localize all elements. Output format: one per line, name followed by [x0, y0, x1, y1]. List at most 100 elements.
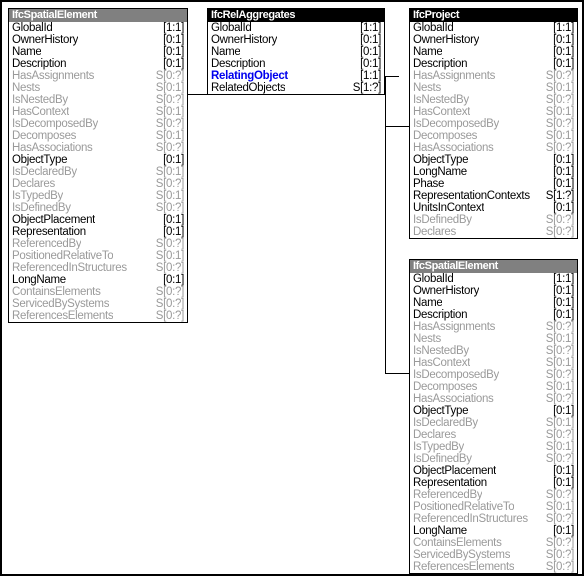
- attribute-cardinality: [1:1]: [553, 22, 574, 34]
- attribute-row[interactable]: ObjectType [0:1]: [9, 154, 187, 166]
- attribute-row[interactable]: Representation [0:1]: [9, 226, 187, 238]
- attribute-name: IsTypedBy: [12, 190, 63, 202]
- attribute-row[interactable]: ObjectPlacement [0:1]: [410, 465, 577, 477]
- attribute-cardinality: [1:1]: [360, 70, 381, 82]
- attribute-row[interactable]: Declares S[0:?]: [410, 226, 577, 238]
- attribute-name: Declares: [413, 226, 456, 238]
- attribute-cardinality: S[0:?]: [155, 238, 185, 250]
- attribute-row[interactable]: ReferencedInStructures S[0:?]: [9, 262, 187, 274]
- attribute-cardinality: [0:1]: [163, 46, 184, 58]
- entity-ifc-spatial-element-left[interactable]: IfcSpatialElement GlobalId [1:1] OwnerHis…: [8, 8, 188, 323]
- attribute-name: HasAssociations: [413, 393, 494, 405]
- attribute-row[interactable]: HasContext S[0:1]: [410, 357, 577, 369]
- attribute-row[interactable]: HasContext S[0:1]: [410, 106, 577, 118]
- attribute-row[interactable]: ReferencesElements S[0:?]: [410, 561, 577, 573]
- attribute-row[interactable]: Description [0:1]: [410, 309, 577, 321]
- attribute-row[interactable]: OwnerHistory [0:1]: [9, 34, 187, 46]
- attribute-row[interactable]: OwnerHistory [0:1]: [410, 34, 577, 46]
- attribute-row[interactable]: Nests S[0:1]: [410, 82, 577, 94]
- attribute-row[interactable]: ContainsElements S[0:?]: [9, 286, 187, 298]
- attribute-row[interactable]: GlobalId [1:1]: [9, 22, 187, 34]
- attribute-row[interactable]: ObjectType [0:1]: [410, 154, 577, 166]
- attribute-row[interactable]: Description [0:1]: [208, 58, 384, 70]
- attribute-cardinality: [0:1]: [553, 154, 574, 166]
- attribute-row[interactable]: ServicedBySystems S[0:?]: [410, 549, 577, 561]
- attribute-row[interactable]: UnitsInContext [0:1]: [410, 202, 577, 214]
- attribute-row[interactable]: Description [0:1]: [9, 58, 187, 70]
- attribute-row[interactable]: OwnerHistory [0:1]: [208, 34, 384, 46]
- attribute-row[interactable]: ContainsElements S[0:?]: [410, 537, 577, 549]
- attribute-row[interactable]: ServicedBySystems S[0:?]: [9, 298, 187, 310]
- attribute-row[interactable]: GlobalId [1:1]: [208, 22, 384, 34]
- attribute-row[interactable]: ObjectPlacement [0:1]: [9, 214, 187, 226]
- attribute-name: HasContext: [12, 106, 70, 118]
- attribute-row[interactable]: HasAssociations S[0:?]: [410, 142, 577, 154]
- attribute-row[interactable]: IsNestedBy S[0:?]: [9, 94, 187, 106]
- attribute-row[interactable]: Name [0:1]: [410, 46, 577, 58]
- attribute-row-is-decomposed-by[interactable]: IsDecomposedBy S[0:?]: [410, 118, 577, 130]
- attribute-name: IsNestedBy: [413, 345, 469, 357]
- attribute-row[interactable]: Representation [0:1]: [410, 477, 577, 489]
- attribute-row[interactable]: Description [0:1]: [410, 58, 577, 70]
- attribute-row[interactable]: Name [0:1]: [410, 297, 577, 309]
- entity-ifc-rel-aggregates[interactable]: IfcRelAggregates GlobalId [1:1] OwnerHist…: [207, 8, 385, 95]
- attribute-name: RelatedObjects: [211, 82, 286, 94]
- attribute-cardinality: S[0:?]: [155, 262, 185, 274]
- attribute-row[interactable]: IsDefinedBy S[0:?]: [410, 214, 577, 226]
- attribute-cardinality: S[0:?]: [545, 94, 575, 106]
- connector-relating-object-trunk: [385, 76, 386, 374]
- attribute-row-related-objects[interactable]: RelatedObjects S[1:?]: [208, 82, 384, 94]
- attribute-row[interactable]: Declares S[0:?]: [410, 429, 577, 441]
- attribute-row[interactable]: LongName [0:1]: [410, 525, 577, 537]
- attribute-row-decomposes[interactable]: Decomposes S[0:1]: [9, 130, 187, 142]
- attribute-cardinality: S[0:1]: [545, 441, 575, 453]
- attribute-row[interactable]: GlobalId [1:1]: [410, 273, 577, 285]
- attribute-row[interactable]: PositionedRelativeTo S[0:1]: [410, 501, 577, 513]
- attribute-row[interactable]: RepresentationContexts S[1:?]: [410, 190, 577, 202]
- attribute-cardinality: S[0:?]: [545, 561, 575, 573]
- attribute-row[interactable]: HasAssociations S[0:?]: [410, 393, 577, 405]
- attribute-row[interactable]: HasAssignments S[0:?]: [410, 321, 577, 333]
- attribute-row[interactable]: ReferencedBy S[0:?]: [410, 489, 577, 501]
- attribute-row[interactable]: IsDefinedBy S[0:?]: [410, 453, 577, 465]
- attribute-row[interactable]: IsDecomposedBy S[0:?]: [9, 118, 187, 130]
- entity-ifc-spatial-element-right[interactable]: IfcSpatialElement GlobalId [1:1] OwnerHis…: [409, 259, 578, 574]
- attribute-row[interactable]: IsNestedBy S[0:?]: [410, 345, 577, 357]
- attribute-row[interactable]: ObjectType [0:1]: [410, 405, 577, 417]
- attribute-row[interactable]: IsNestedBy S[0:?]: [410, 94, 577, 106]
- attribute-row[interactable]: Decomposes S[0:1]: [410, 381, 577, 393]
- attribute-row[interactable]: PositionedRelativeTo S[0:1]: [9, 250, 187, 262]
- attribute-row[interactable]: HasAssignments S[0:?]: [9, 70, 187, 82]
- attribute-row[interactable]: Decomposes S[0:1]: [410, 130, 577, 142]
- attribute-name: ServicedBySystems: [413, 549, 511, 561]
- attribute-row[interactable]: OwnerHistory [0:1]: [410, 285, 577, 297]
- attribute-row[interactable]: GlobalId [1:1]: [410, 22, 577, 34]
- entity-ifc-project[interactable]: IfcProject GlobalId [1:1] OwnerHistory [0:…: [409, 8, 578, 239]
- attribute-row[interactable]: Declares S[0:?]: [9, 178, 187, 190]
- attribute-row[interactable]: IsTypedBy S[0:1]: [410, 441, 577, 453]
- attribute-row[interactable]: ReferencedBy S[0:?]: [9, 238, 187, 250]
- attribute-name: Decomposes: [413, 130, 478, 142]
- attribute-row-is-decomposed-by[interactable]: IsDecomposedBy S[0:?]: [410, 369, 577, 381]
- attribute-row[interactable]: HasAssignments S[0:?]: [410, 70, 577, 82]
- attribute-cardinality: [1:1]: [553, 273, 574, 285]
- attribute-row[interactable]: ReferencesElements S[0:?]: [9, 310, 187, 322]
- attribute-cardinality: S[0:1]: [155, 106, 185, 118]
- attribute-row[interactable]: Phase [0:1]: [410, 178, 577, 190]
- attribute-row[interactable]: IsDeclaredBy S[0:1]: [410, 417, 577, 429]
- attribute-row[interactable]: ReferencedInStructures S[0:?]: [410, 513, 577, 525]
- attribute-row[interactable]: IsTypedBy S[0:1]: [9, 190, 187, 202]
- attribute-row[interactable]: HasAssociations S[0:?]: [9, 142, 187, 154]
- attribute-row[interactable]: Nests S[0:1]: [410, 333, 577, 345]
- attribute-row[interactable]: Nests S[0:1]: [9, 82, 187, 94]
- attribute-row[interactable]: Name [0:1]: [208, 46, 384, 58]
- attribute-row[interactable]: Name [0:1]: [9, 46, 187, 58]
- attribute-row[interactable]: LongName [0:1]: [9, 274, 187, 286]
- attribute-row[interactable]: IsDefinedBy S[0:?]: [9, 202, 187, 214]
- attribute-row[interactable]: IsDeclaredBy S[0:1]: [9, 166, 187, 178]
- attribute-row[interactable]: LongName [0:1]: [410, 166, 577, 178]
- attribute-row-relating-object[interactable]: RelatingObject [1:1]: [208, 70, 384, 82]
- attribute-cardinality: [0:1]: [163, 226, 184, 238]
- attribute-row[interactable]: HasContext S[0:1]: [9, 106, 187, 118]
- attribute-name: HasAssociations: [413, 142, 494, 154]
